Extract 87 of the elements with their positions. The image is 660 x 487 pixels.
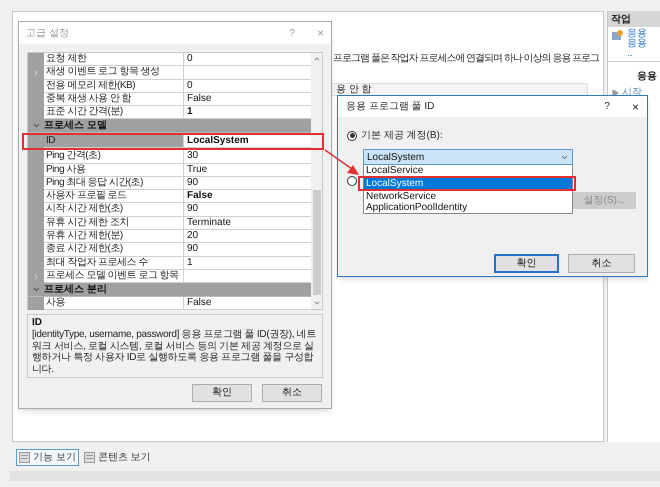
cancel-button[interactable]: 취소 xyxy=(262,384,322,402)
property-name: Ping 사용 xyxy=(46,164,86,176)
dropdown-option[interactable]: LocalService xyxy=(364,165,572,176)
property-name: 시작 시간 제한(초) xyxy=(46,203,124,216)
property-row[interactable]: Ping 최대 응답 시간(초) 90 xyxy=(28,176,311,190)
property-value: True xyxy=(187,164,208,176)
app-pool-icon xyxy=(611,29,624,42)
feature-description: 프로그램 풀은 작업자 프로세스에 연결되며 하나 이상의 응용 프로그 xyxy=(333,53,600,65)
property-name: 유휴 시간 제한 조치 xyxy=(46,216,130,230)
radio-button[interactable] xyxy=(347,176,357,186)
view-tab[interactable]: 기능 보기 xyxy=(16,449,79,466)
property-row[interactable]: 최대 작업자 프로세스 수 1 xyxy=(28,256,311,270)
property-row[interactable]: 재생 이벤트 로그 항목 생성 xyxy=(28,66,311,80)
ok-button[interactable]: 확인 xyxy=(494,254,559,273)
property-row[interactable]: 종료 시간 제한(초) 90 xyxy=(28,243,311,257)
view-tab[interactable]: 콘텐츠 보기 xyxy=(80,449,154,466)
property-row[interactable]: 중복 재생 사용 안 함 False xyxy=(28,92,311,106)
radio-label: 기본 제공 계정(B): xyxy=(361,129,443,143)
property-row[interactable]: 시작 시간 제한(초) 90 xyxy=(28,203,311,217)
scroll-up-icon[interactable] xyxy=(312,55,320,63)
property-name: 종료 시간 제한(초) xyxy=(46,243,124,256)
property-row[interactable]: 사용 False xyxy=(28,296,311,310)
action-link[interactable]: 응용 xyxy=(627,29,647,39)
dropdown-value: 용 안 함 xyxy=(336,84,372,95)
section-title: 응용 xyxy=(637,71,657,82)
property-row[interactable]: 표준 시간 간격(분) 1 xyxy=(28,106,311,120)
property-value: 30 xyxy=(187,150,200,163)
dropdown-option[interactable]: ApplicationPoolIdentity xyxy=(364,202,572,213)
account-select[interactable]: LocalSystem xyxy=(363,149,573,165)
category-label: 프로세스 분리 xyxy=(44,283,107,296)
panel-title: 작업 xyxy=(611,12,631,26)
property-value: 90 xyxy=(187,243,200,256)
property-name: 재생 이벤트 로그 항목 생성 xyxy=(46,66,161,79)
property-value: 0 xyxy=(187,80,194,92)
property-value: 90 xyxy=(187,203,200,216)
property-value: False xyxy=(187,92,212,106)
property-name: 사용 xyxy=(46,296,66,310)
view-icon xyxy=(84,452,95,463)
property-value: 90 xyxy=(187,176,200,190)
property-row[interactable]: ID LocalSystem xyxy=(28,134,311,148)
property-value: False xyxy=(187,190,214,202)
action-link[interactable]: .. xyxy=(627,49,647,59)
cancel-button[interactable]: 취소 xyxy=(568,254,635,273)
property-name: 전용 메모리 제한(KB) xyxy=(46,80,136,92)
property-name: 요청 제한 xyxy=(46,53,88,66)
property-row[interactable]: Ping 사용 True xyxy=(28,164,311,177)
view-icon xyxy=(19,452,30,463)
action-link[interactable]: 응용 xyxy=(627,39,647,49)
description-text: [identityType, username, password] 응용 프로그램 풀 ID(권장), 네트워크 서비스, 로컬 시스템, 로컬 서비스 등의 기본 제공 계정으로 실행하거나 특정 사용자 ID로 실행하도록 응용 프로그램 풀을 구성합니다. xyxy=(32,329,318,375)
property-row[interactable]: 전용 메모리 제한(KB) 0 xyxy=(28,80,311,93)
property-name: Ping 간격(초) xyxy=(46,150,102,163)
property-value: 1 xyxy=(187,106,194,118)
property-name: Ping 최대 응답 시간(초) xyxy=(46,176,144,190)
property-value: LocalSystem xyxy=(187,134,250,148)
ok-button[interactable]: 확인 xyxy=(192,384,252,402)
property-name: 사용자 프로필 로드 xyxy=(46,190,128,202)
property-name: 유휴 시간 제한(분) xyxy=(46,230,124,242)
dialog-title: 고급 설정 xyxy=(26,26,70,40)
property-row[interactable]: 사용자 프로필 로드 False xyxy=(28,190,311,204)
property-name: 중복 재생 사용 안 함 xyxy=(46,92,132,106)
property-value: 1 xyxy=(187,256,194,269)
property-value: Terminate xyxy=(187,216,232,230)
help-button[interactable]: ? xyxy=(604,99,610,114)
category-row[interactable]: 프로세스 모델 xyxy=(28,119,311,133)
description-title: ID xyxy=(32,317,43,328)
property-row[interactable]: 유휴 시간 제한 조치 Terminate xyxy=(28,216,311,230)
category-row[interactable]: 프로세스 분리 xyxy=(28,283,311,297)
radio-button[interactable] xyxy=(347,130,357,140)
property-name: 표준 시간 간격(분) xyxy=(46,106,124,118)
property-name: 프로세스 모델 이벤트 로그 항목 xyxy=(46,270,180,282)
property-row[interactable]: Ping 간격(초) 30 xyxy=(28,150,311,164)
property-name: ID xyxy=(46,134,56,148)
close-button[interactable]: × xyxy=(632,100,639,112)
scroll-down-icon[interactable] xyxy=(312,299,320,307)
property-row[interactable]: 유휴 시간 제한(분) 20 xyxy=(28,230,311,244)
property-value: 0 xyxy=(187,53,194,66)
property-value: False xyxy=(187,296,212,310)
dropdown-option[interactable]: NetworkService xyxy=(364,191,572,202)
property-row[interactable]: 요청 제한 0 xyxy=(28,53,311,66)
category-label: 프로세스 모델 xyxy=(44,119,107,132)
property-name: 최대 작업자 프로세스 수 xyxy=(46,256,149,269)
dropdown-option[interactable]: LocalSystem xyxy=(364,178,572,189)
select-value: LocalSystem xyxy=(367,150,424,164)
property-row[interactable]: 프로세스 모델 이벤트 로그 항목 xyxy=(28,270,311,284)
scroll-thumb[interactable] xyxy=(312,190,320,294)
dialog-title: 응용 프로그램 풀 ID xyxy=(346,100,436,114)
property-value: 20 xyxy=(187,230,200,242)
